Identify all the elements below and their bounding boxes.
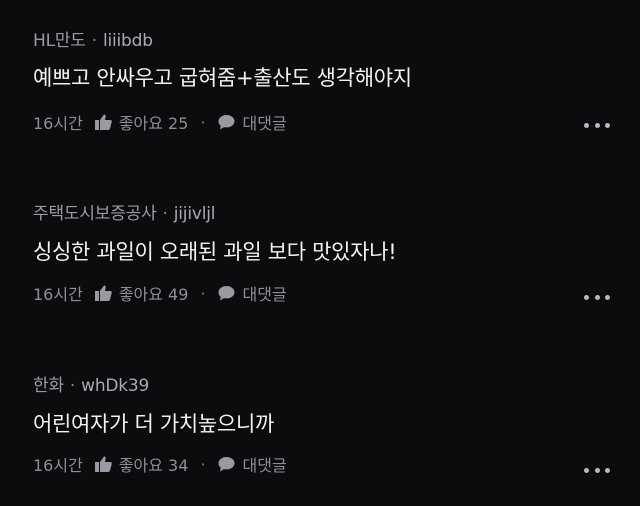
reply-label: 대댓글 [242, 456, 287, 475]
nickname[interactable]: jijivljl [174, 204, 216, 224]
comment-actions: 16시간 좋아요 49 · 대댓글 [33, 281, 287, 305]
action-separator: · [200, 454, 206, 474]
more-dots-icon [584, 294, 589, 300]
action-separator: · [200, 112, 206, 132]
like-button[interactable]: 좋아요 25 [94, 110, 189, 134]
reply-button[interactable]: 대댓글 [218, 452, 287, 476]
comment-actions: 16시간 좋아요 34 · 대댓글 [33, 452, 287, 476]
more-dots-icon [594, 294, 600, 300]
meta-separator: · [162, 204, 168, 224]
company-label[interactable]: HL만도 [33, 31, 86, 51]
comment-meta: HL만도 · liiibdb [33, 26, 153, 51]
comment-meta: 주택도시보증공사 · jijivljl [33, 199, 215, 224]
action-separator: · [200, 283, 206, 303]
thumbs-up-icon [94, 114, 112, 130]
comment-time: 16시간 [33, 114, 83, 133]
meta-separator: · [69, 376, 76, 396]
comment-text: 싱싱한 과일이 오래된 과일 보다 맛있자나! [33, 240, 397, 264]
comment-meta: 한화 · whDk39 [33, 371, 149, 396]
more-dots-icon [605, 122, 610, 128]
like-count: 좋아요 25 [118, 114, 189, 133]
reply-label: 대댓글 [242, 114, 287, 133]
more-options-button[interactable] [584, 288, 610, 306]
comment-actions: 16시간 좋아요 25 · 대댓글 [33, 110, 287, 134]
thumbs-up-icon [94, 456, 112, 472]
comment-text: 어린여자가 더 가치높으니까 [33, 412, 274, 436]
more-dots-icon [605, 294, 610, 300]
reply-button[interactable]: 대댓글 [218, 281, 287, 305]
more-options-button[interactable] [584, 116, 610, 134]
comment-time: 16시간 [33, 285, 83, 304]
more-dots-icon [584, 122, 589, 128]
speech-bubble-icon [218, 114, 235, 130]
more-options-button[interactable] [584, 461, 610, 479]
speech-bubble-icon [218, 456, 235, 472]
nickname[interactable]: liiibdb [103, 31, 153, 51]
nickname[interactable]: whDk39 [81, 376, 149, 396]
comment-text: 예쁘고 안싸우고 굽혀줌+출산도 생각해야지 [33, 66, 412, 90]
like-button[interactable]: 좋아요 49 [94, 281, 189, 305]
like-count: 좋아요 34 [118, 456, 189, 475]
more-dots-icon [594, 122, 600, 128]
company-label[interactable]: 주택도시보증공사 [33, 204, 157, 224]
meta-separator: · [91, 31, 97, 51]
like-count: 좋아요 49 [118, 285, 189, 304]
speech-bubble-icon [218, 285, 235, 301]
more-dots-icon [594, 467, 600, 473]
like-button[interactable]: 좋아요 34 [94, 452, 189, 476]
thumbs-up-icon [94, 285, 112, 301]
reply-label: 대댓글 [242, 285, 287, 304]
company-label[interactable]: 한화 [33, 376, 64, 396]
more-dots-icon [584, 467, 589, 473]
comment-time: 16시간 [33, 456, 83, 475]
more-dots-icon [605, 467, 610, 473]
reply-button[interactable]: 대댓글 [218, 110, 287, 134]
